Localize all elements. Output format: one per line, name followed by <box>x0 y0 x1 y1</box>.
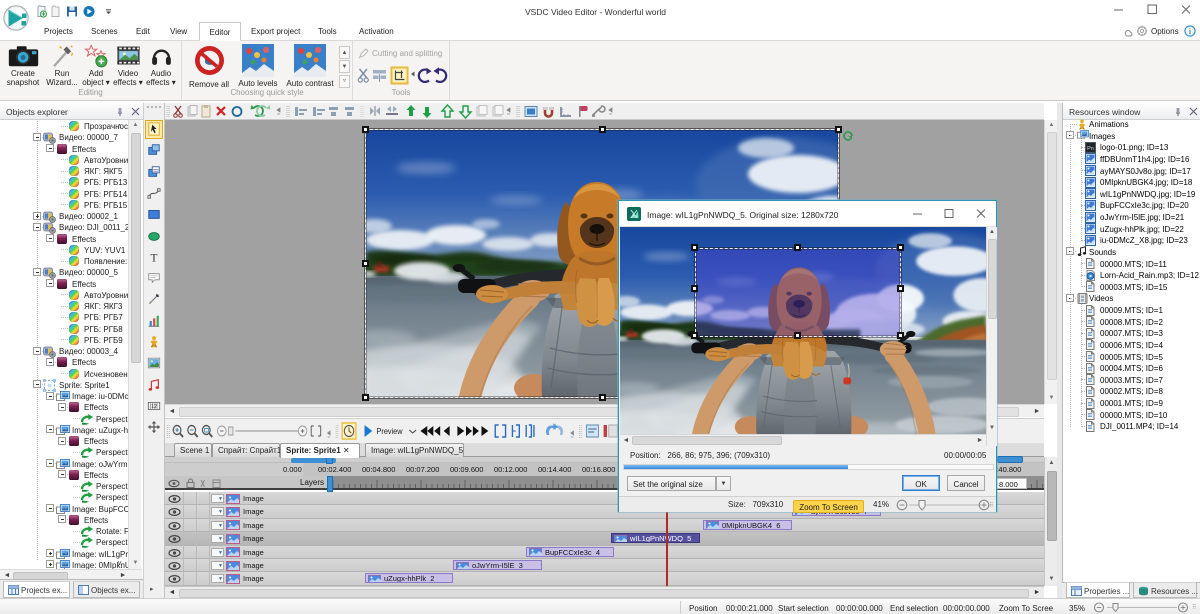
svg-text:Preview: Preview <box>377 426 403 436</box>
svg-text:12: 12 <box>151 404 157 410</box>
svg-text:T: T <box>151 252 158 264</box>
svg-text:i: i <box>1189 27 1192 36</box>
svg-text:Pn: Pn <box>1087 146 1094 152</box>
